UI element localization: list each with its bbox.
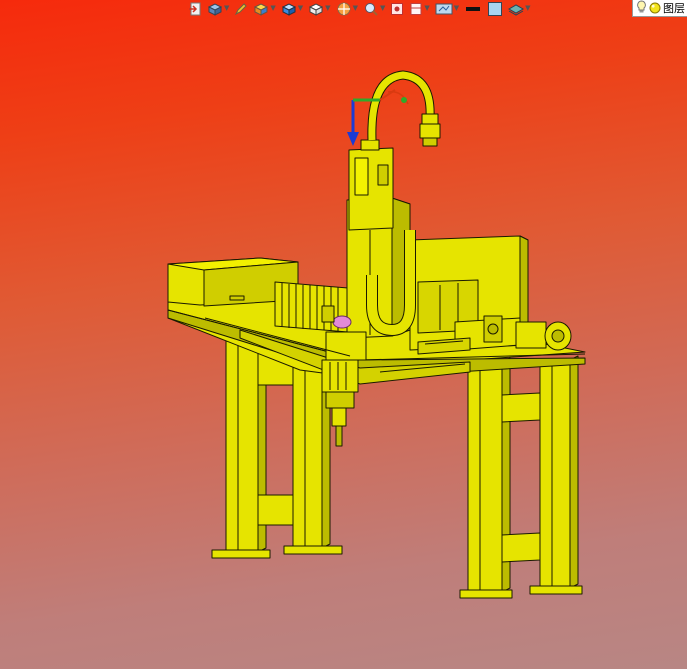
3d-viewport[interactable]: ▼ ▼ ▼ ▼ ▼ ▼ ▼ ▼ ▼ 图层 bbox=[0, 0, 687, 669]
vertical-column bbox=[346, 139, 411, 339]
overhead-hose bbox=[367, 70, 441, 147]
right-leg-frame bbox=[459, 355, 583, 599]
machine-model[interactable] bbox=[0, 0, 687, 669]
